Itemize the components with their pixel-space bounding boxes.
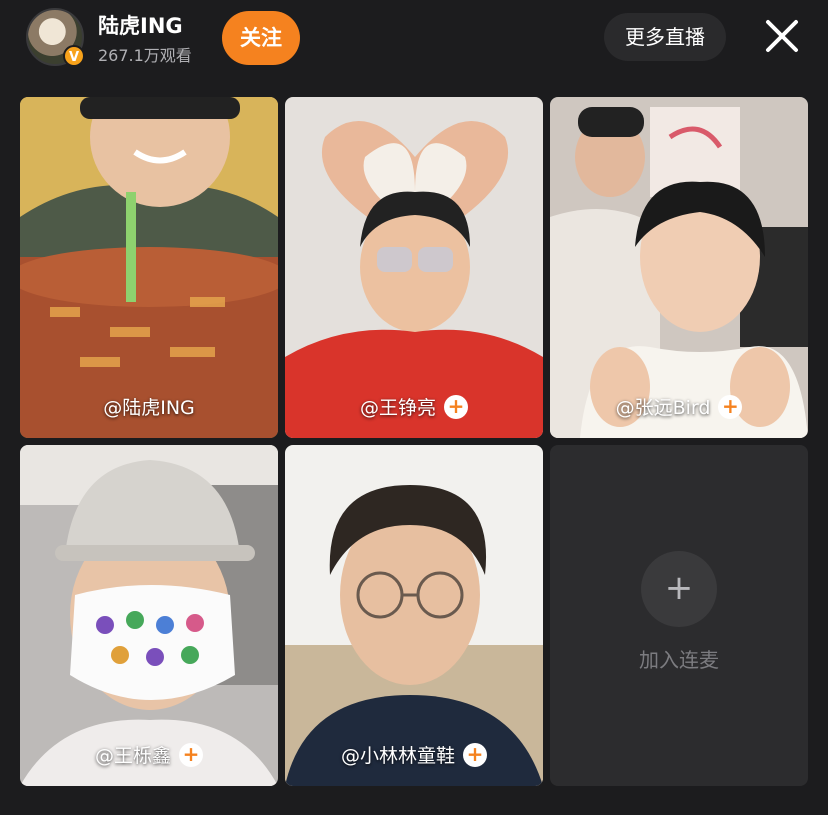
tile-label: @小林林童鞋 + [285, 741, 543, 768]
co-host-name: @王铮亮 [359, 397, 436, 419]
verified-icon: V [63, 45, 85, 67]
co-host-grid: @陆虎ING @王铮亮 + @张远Bird + @王栎鑫 + @小林林童鞋 + … [20, 97, 808, 787]
video-tile[interactable]: @王铮亮 + [285, 97, 543, 438]
video-tile[interactable]: @小林林童鞋 + [285, 445, 543, 786]
follow-plus-icon[interactable]: + [179, 742, 203, 767]
co-host-name: @张远Bird [615, 397, 711, 419]
tile-label: @张远Bird + [550, 393, 808, 420]
co-host-video-feed [285, 97, 543, 438]
viewer-count: 267.1万观看 [98, 46, 192, 65]
follow-button[interactable]: 关注 [222, 11, 300, 65]
video-tile[interactable]: @王栎鑫 + [20, 445, 278, 786]
live-header: V 陆虎ING 267.1万观看 关注 更多直播 [0, 0, 828, 80]
plus-icon[interactable]: + [641, 551, 717, 627]
co-host-name: @王栎鑫 [94, 745, 171, 767]
join-mic-tile[interactable]: + 加入连麦 [550, 445, 808, 786]
video-tile[interactable]: @张远Bird + [550, 97, 808, 438]
follow-plus-icon[interactable]: + [444, 394, 468, 419]
close-icon[interactable] [762, 16, 802, 56]
tile-label: @王栎鑫 + [20, 741, 278, 768]
co-host-video-feed [550, 97, 808, 438]
host-video-feed [20, 97, 278, 438]
follow-plus-icon[interactable]: + [463, 742, 487, 767]
join-mic-label: 加入连麦 [639, 648, 719, 672]
co-host-video-feed [20, 445, 278, 786]
co-host-name: @小林林童鞋 [340, 745, 455, 767]
tile-label: @陆虎ING [20, 393, 278, 420]
co-host-video-feed [285, 445, 543, 786]
host-name[interactable]: 陆虎ING [98, 10, 183, 40]
tile-label: @王铮亮 + [285, 393, 543, 420]
co-host-name: @陆虎ING [103, 397, 195, 419]
follow-plus-icon[interactable]: + [718, 394, 743, 419]
more-live-button[interactable]: 更多直播 [604, 13, 726, 61]
video-tile-host[interactable]: @陆虎ING [20, 97, 278, 438]
